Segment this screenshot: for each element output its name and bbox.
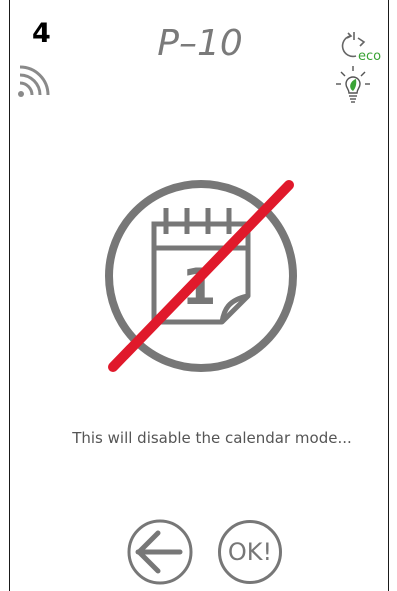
screen-left-edge	[9, 0, 10, 591]
wifi-signal-icon	[18, 65, 50, 97]
disable-calendar-message: This will disable the calendar mode...	[72, 429, 352, 447]
screen: 4 P–10 eco 1 This will disable the calen…	[0, 0, 397, 591]
ok-button[interactable]: OK!	[218, 520, 282, 584]
arrow-left-icon	[135, 530, 183, 574]
eco-cycle-icon[interactable]: eco	[334, 30, 388, 64]
ok-button-label: OK!	[227, 538, 273, 566]
leaf-bulb-icon[interactable]	[336, 66, 370, 106]
screen-right-edge	[388, 0, 389, 591]
eco-label: eco	[358, 49, 381, 64]
zone-number: 4	[32, 18, 51, 49]
program-title: P–10	[157, 23, 243, 64]
calendar-disabled-icon: 1	[105, 180, 297, 372]
back-button[interactable]	[126, 518, 194, 586]
